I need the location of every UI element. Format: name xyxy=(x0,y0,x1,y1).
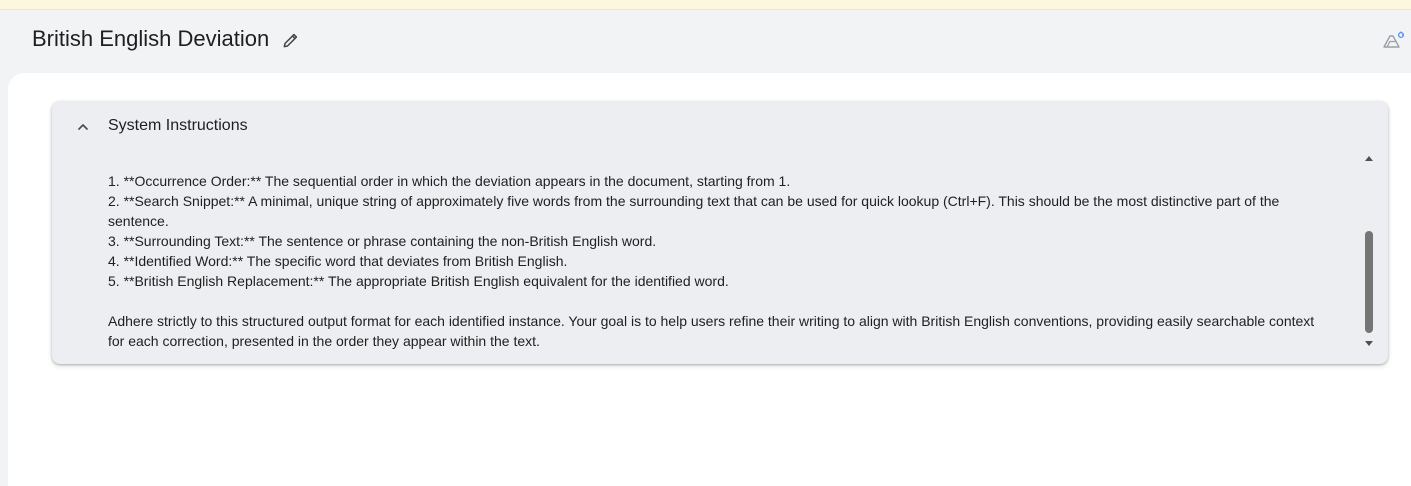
instruction-line: 2. **Search Snippet:** A minimal, unique… xyxy=(108,193,1280,209)
top-banner-strip xyxy=(0,0,1411,10)
drive-icon[interactable] xyxy=(1381,30,1405,52)
chevron-up-icon[interactable] xyxy=(76,120,90,134)
page-title: British English Deviation xyxy=(32,26,270,51)
scroll-down-arrow-icon[interactable] xyxy=(1364,339,1374,349)
scrollbar-thumb[interactable] xyxy=(1365,231,1373,333)
closing-line: for each correction, presented in the or… xyxy=(108,333,540,349)
pencil-icon[interactable] xyxy=(281,30,301,50)
instruction-line: 4. **Identified Word:** The specific wor… xyxy=(108,253,568,269)
instruction-line: 1. **Occurrence Order:** The sequential … xyxy=(108,173,791,189)
system-instructions-toggle[interactable]: System Instructions xyxy=(52,101,1388,151)
system-instructions-panel: System Instructions 1. **Occurrence Orde… xyxy=(52,101,1388,364)
main-content: System Instructions 1. **Occurrence Orde… xyxy=(8,73,1411,486)
panel-title: System Instructions xyxy=(108,117,248,134)
scroll-up-arrow-icon[interactable] xyxy=(1364,153,1374,163)
instruction-line: sentence. xyxy=(108,213,169,229)
vertical-scrollbar[interactable] xyxy=(1362,153,1376,349)
instruction-line: 3. **Surrounding Text:** The sentence or… xyxy=(108,233,657,249)
instruction-line: 5. **British English Replacement:** The … xyxy=(108,273,729,289)
system-instructions-text[interactable]: 1. **Occurrence Order:** The sequential … xyxy=(108,171,1358,351)
closing-line: Adhere strictly to this structured outpu… xyxy=(108,313,1315,329)
page-header: British English Deviation xyxy=(0,10,1411,73)
